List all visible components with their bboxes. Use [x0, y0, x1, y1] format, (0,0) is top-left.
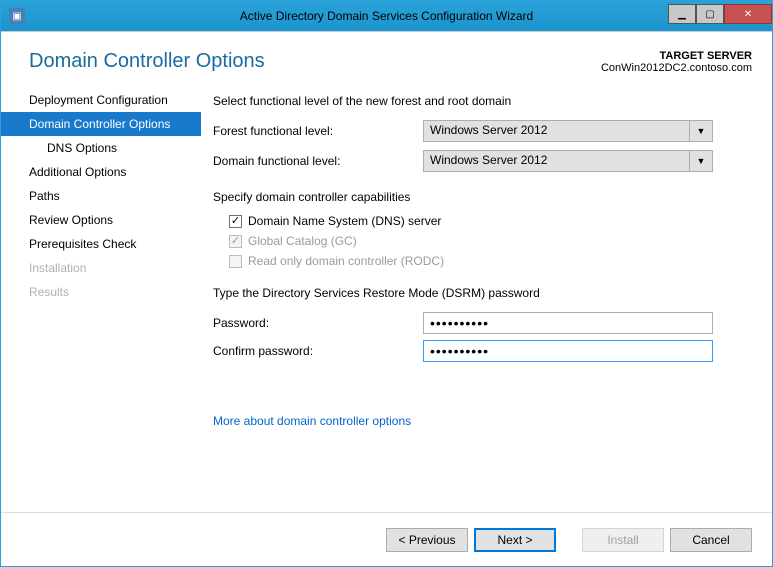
password-row: Password:	[213, 312, 748, 334]
forest-functional-level-row: Forest functional level: Windows Server …	[213, 120, 748, 142]
gc-checkbox-label: Global Catalog (GC)	[248, 234, 357, 248]
sidebar-item-domain-controller-options[interactable]: Domain Controller Options	[1, 112, 201, 136]
window-title: Active Directory Domain Services Configu…	[1, 9, 772, 23]
close-button[interactable]: ✕	[724, 4, 772, 24]
confirm-password-input[interactable]	[423, 340, 713, 362]
rodc-checkbox-row: Read only domain controller (RODC)	[213, 254, 748, 268]
functional-level-intro: Select functional level of the new fores…	[213, 94, 748, 108]
domain-functional-level-row: Domain functional level: Windows Server …	[213, 150, 748, 172]
sidebar-item-installation: Installation	[1, 256, 201, 280]
cancel-button[interactable]: Cancel	[670, 528, 752, 552]
titlebar[interactable]: ▣ Active Directory Domain Services Confi…	[1, 1, 772, 31]
sidebar-item-prerequisites-check[interactable]: Prerequisites Check	[1, 232, 201, 256]
confirm-password-row: Confirm password:	[213, 340, 748, 362]
minimize-icon: ▁	[678, 9, 686, 20]
next-button[interactable]: Next >	[474, 528, 556, 552]
capabilities-intro: Specify domain controller capabilities	[213, 190, 748, 204]
target-server-block: TARGET SERVER ConWin2012DC2.contoso.com	[601, 50, 752, 74]
page-title: Domain Controller Options	[29, 50, 265, 73]
chevron-down-icon: ▼	[690, 151, 712, 171]
close-icon: ✕	[744, 9, 752, 20]
rodc-checkbox	[229, 255, 242, 268]
window-controls: ▁ ▢ ✕	[668, 5, 772, 27]
sidebar-item-dns-options[interactable]: DNS Options	[1, 136, 201, 160]
ffl-dropdown[interactable]: Windows Server 2012 ▼	[423, 120, 713, 142]
ffl-label: Forest functional level:	[213, 124, 423, 138]
confirm-password-label: Confirm password:	[213, 344, 423, 358]
target-server-value: ConWin2012DC2.contoso.com	[601, 62, 752, 74]
wizard-window: ▣ Active Directory Domain Services Confi…	[0, 0, 773, 567]
password-input[interactable]	[423, 312, 713, 334]
sidebar-item-paths[interactable]: Paths	[1, 184, 201, 208]
more-link[interactable]: More about domain controller options	[213, 414, 411, 428]
target-server-label: TARGET SERVER	[601, 50, 752, 62]
sidebar: Deployment ConfigurationDomain Controlle…	[1, 84, 201, 512]
password-label: Password:	[213, 316, 423, 330]
body: Deployment ConfigurationDomain Controlle…	[1, 84, 772, 512]
header: Domain Controller Options TARGET SERVER …	[1, 32, 772, 84]
content: Select functional level of the new fores…	[201, 84, 772, 512]
sidebar-item-deployment-configuration[interactable]: Deployment Configuration	[1, 88, 201, 112]
dns-checkbox-row: Domain Name System (DNS) server	[213, 214, 748, 228]
footer: < Previous Next > Install Cancel	[1, 512, 772, 566]
sidebar-item-review-options[interactable]: Review Options	[1, 208, 201, 232]
ffl-value: Windows Server 2012	[424, 121, 690, 141]
dsrm-intro: Type the Directory Services Restore Mode…	[213, 286, 748, 300]
client-area: Domain Controller Options TARGET SERVER …	[1, 31, 772, 566]
maximize-button[interactable]: ▢	[696, 4, 724, 24]
dfl-dropdown[interactable]: Windows Server 2012 ▼	[423, 150, 713, 172]
chevron-down-icon: ▼	[690, 121, 712, 141]
maximize-icon: ▢	[705, 9, 714, 20]
dfl-value: Windows Server 2012	[424, 151, 690, 171]
previous-button[interactable]: < Previous	[386, 528, 468, 552]
install-button: Install	[582, 528, 664, 552]
app-icon: ▣	[9, 8, 25, 24]
sidebar-item-additional-options[interactable]: Additional Options	[1, 160, 201, 184]
rodc-checkbox-label: Read only domain controller (RODC)	[248, 254, 444, 268]
gc-checkbox	[229, 235, 242, 248]
minimize-button[interactable]: ▁	[668, 4, 696, 24]
sidebar-item-results: Results	[1, 280, 201, 304]
dns-checkbox-label: Domain Name System (DNS) server	[248, 214, 441, 228]
gc-checkbox-row: Global Catalog (GC)	[213, 234, 748, 248]
dfl-label: Domain functional level:	[213, 154, 423, 168]
dns-checkbox[interactable]	[229, 215, 242, 228]
